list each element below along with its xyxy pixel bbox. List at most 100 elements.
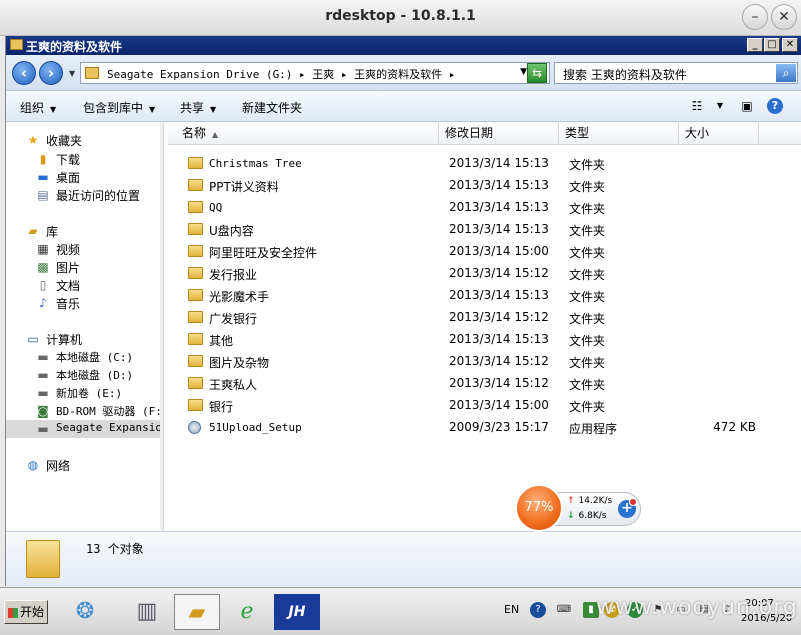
windows-logo-icon [8,607,18,618]
file-list: 名称 ▲ 修改日期 类型 大小 Christmas Tree 2013/3/14 1… [168,123,801,531]
notification-dot [629,498,637,506]
table-row[interactable]: 阿里旺旺及安全控件 2013/3/14 15:00 文件夹 [168,241,801,263]
file-date: 2009/3/23 15:17 [449,420,549,434]
search-icon[interactable]: ⌕ [776,64,796,82]
new-folder-button[interactable]: 新建文件夹 [242,99,302,116]
nav-volume-e[interactable]: ▬ 新加卷 (E:) [6,384,163,402]
network-icon: ◍ [27,458,39,472]
folder-icon [188,399,203,411]
nav-seagate-drive[interactable]: ▬ Seagate Expansion [6,420,163,438]
window-titlebar: 王爽的资料及软件 _ □ ✕ [6,36,801,55]
tray-keyboard-icon[interactable]: ⌨ [556,602,572,618]
preview-pane-icon[interactable]: ▣ [739,98,755,114]
search-input[interactable]: 搜索 王爽的资料及软件 ⌕ [554,62,798,84]
nav-favorites[interactable]: ★ 收藏夹 [6,131,163,149]
window-close-button[interactable]: ✕ [782,38,798,52]
taskbar-app-jh-icon[interactable]: JH [274,594,320,630]
table-row[interactable]: 广发银行 2013/3/14 15:12 文件夹 [168,307,801,329]
address-path[interactable]: Seagate Expansion Drive (G:) ▸ 王爽 ▸ 王爽的资… [107,66,455,82]
table-row[interactable]: 发行报业 2013/3/14 15:12 文件夹 [168,263,801,285]
network-monitor-widget[interactable]: 77% ↑ 14.2K/s ↓ 6.8K/s + [515,484,643,534]
file-name: 广发银行 [209,312,258,326]
file-date: 2013/3/14 15:13 [449,332,549,346]
help-icon[interactable]: ? [767,98,783,114]
table-row[interactable]: QQ 2013/3/14 15:13 文件夹 [168,197,801,219]
file-name: 王爽私人 [209,378,258,392]
refresh-button[interactable]: ⇆ [527,63,547,83]
command-bar: 组织 ▼ 包含到库中 ▼ 共享 ▼ 新建文件夹 ☷ ▼ ▣ ? [6,92,801,122]
address-dropdown-icon[interactable]: ▼ [520,67,527,77]
file-type: 文件夹 [569,356,606,370]
nav-documents[interactable]: ▯ 文档 [6,276,163,294]
start-button[interactable]: 开始 [4,600,48,624]
include-in-library-menu[interactable]: 包含到库中 ▼ [83,99,155,116]
recent-pages-dropdown[interactable]: ▼ [69,69,75,78]
file-name: 图片及杂物 [209,356,270,370]
view-dropdown-icon[interactable]: ▼ [712,98,728,114]
nav-libraries[interactable]: ▰ 库 [6,222,163,240]
file-date: 2013/3/14 15:13 [449,178,549,192]
table-row[interactable]: 光影魔术手 2013/3/14 15:13 文件夹 [168,285,801,307]
nav-network[interactable]: ◍ 网络 [6,456,163,474]
table-row[interactable]: Christmas Tree 2013/3/14 15:13 文件夹 [168,153,801,175]
file-date: 2013/3/14 15:00 [449,398,549,412]
view-options-icon[interactable]: ☷ [689,98,705,114]
back-button[interactable]: ‹ [12,61,36,85]
taskbar-app-colorful-icon[interactable]: ❂ [62,594,108,630]
memory-usage-ball[interactable]: 77% [515,484,563,532]
nav-bdrom-f[interactable]: ◙ BD-ROM 驱动器 (F:) [6,402,163,420]
library-icon: ▰ [28,224,38,238]
rdesktop-close-button[interactable]: ✕ [771,4,797,30]
drive-icon: ▬ [37,386,49,400]
file-date: 2013/3/14 15:12 [449,310,549,324]
desktop-icon: ▬ [37,170,49,184]
column-size[interactable]: 大小 [679,123,759,145]
nav-downloads[interactable]: ▮ 下载 [6,150,163,168]
file-date: 2013/3/14 15:12 [449,266,549,280]
nav-pane-splitter[interactable] [160,123,163,531]
address-bar[interactable]: Seagate Expansion Drive (G:) ▸ 王爽 ▸ 王爽的资… [80,62,550,84]
window-title: 王爽的资料及软件 [26,40,123,54]
nav-music[interactable]: ♪ 音乐 [6,294,163,312]
navigation-pane: ★ 收藏夹 ▮ 下载 ▬ 桌面 ▤ 最近访问的位置 ▰ 库 ▦ 视频 ▩ 图片 … [6,123,164,531]
table-row[interactable]: 银行 2013/3/14 15:00 文件夹 [168,395,801,417]
window-maximize-button[interactable]: □ [764,38,780,52]
file-type: 文件夹 [569,180,606,194]
nav-videos[interactable]: ▦ 视频 [6,240,163,258]
table-row[interactable]: 图片及杂物 2013/3/14 15:12 文件夹 [168,351,801,373]
table-row[interactable]: 其他 2013/3/14 15:13 文件夹 [168,329,801,351]
sort-ascending-icon: ▲ [212,130,219,139]
table-row[interactable]: U盘内容 2013/3/14 15:13 文件夹 [168,219,801,241]
language-indicator[interactable]: EN [504,603,519,616]
file-type: 文件夹 [569,290,606,304]
optical-drive-icon: ◙ [37,404,49,418]
column-type[interactable]: 类型 [559,123,679,145]
recent-places-icon: ▤ [37,188,49,202]
search-placeholder: 搜索 王爽的资料及软件 [563,68,687,82]
table-row[interactable]: 王爽私人 2013/3/14 15:12 文件夹 [168,373,801,395]
taskbar-app-explorer-icon[interactable]: ▰ [174,594,220,630]
forward-button[interactable]: › [39,61,63,85]
file-name: PPT讲义资料 [209,180,279,194]
window-minimize-button[interactable]: _ [747,38,763,52]
nav-recent-places[interactable]: ▤ 最近访问的位置 [6,186,163,204]
share-menu[interactable]: 共享 ▼ [180,99,216,116]
nav-computer[interactable]: ▭ 计算机 [6,330,163,348]
nav-disk-c[interactable]: ▬ 本地磁盘 (C:) [6,348,163,366]
drive-icon: ▬ [37,368,49,382]
file-type: 文件夹 [569,378,606,392]
file-type: 文件夹 [569,400,606,414]
file-size: 472 KB [713,420,756,434]
taskbar-app-ie-icon[interactable]: ℯ [224,594,270,630]
tray-help-icon[interactable]: ? [530,602,546,618]
table-row[interactable]: 51Upload_Setup 2009/3/23 15:17 应用程序 472 KB [168,417,801,439]
nav-disk-d[interactable]: ▬ 本地磁盘 (D:) [6,366,163,384]
column-name[interactable]: 名称 ▲ [168,123,439,145]
table-row[interactable]: PPT讲义资料 2013/3/14 15:13 文件夹 [168,175,801,197]
organize-menu[interactable]: 组织 ▼ [20,99,56,116]
column-date[interactable]: 修改日期 [439,123,559,145]
rdesktop-minimize-button[interactable]: – [742,4,768,30]
taskbar-app-server-icon[interactable]: ▥ [124,594,170,630]
nav-pictures[interactable]: ▩ 图片 [6,258,163,276]
nav-desktop[interactable]: ▬ 桌面 [6,168,163,186]
